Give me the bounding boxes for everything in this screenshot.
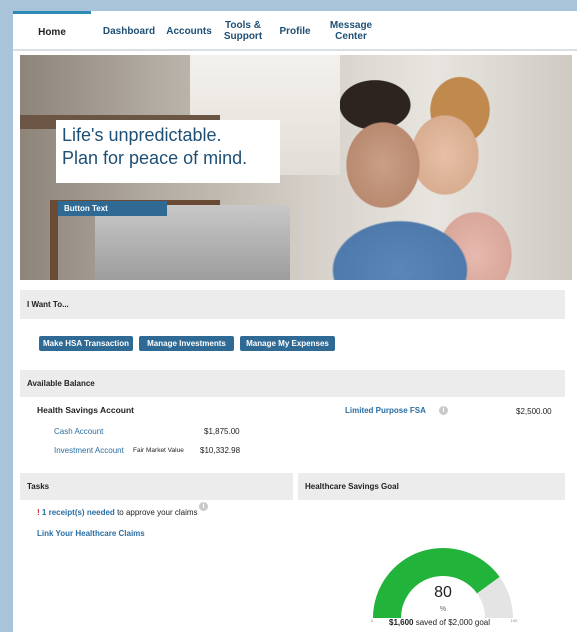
receipts-suffix: to approve your claims [117, 508, 198, 517]
available-balance-header: Available Balance [20, 370, 565, 397]
receipts-line: ! 1 receipt(s) needed to approve your cl… [37, 508, 198, 517]
gauge-unit: % [440, 606, 446, 613]
saved-mid: saved of [415, 618, 446, 627]
alert-mark: ! [37, 508, 40, 517]
investment-account-link[interactable]: Investment Account [54, 446, 124, 455]
lpfsa-link[interactable]: Limited Purpose FSA [345, 406, 426, 415]
hero-headline-line2: Plan for peace of mind. [62, 148, 248, 168]
link-healthcare-claims-link[interactable]: Link Your Healthcare Claims [37, 529, 145, 538]
nav-home[interactable]: Home [13, 11, 91, 51]
make-hsa-transaction-button[interactable]: Make HSA Transaction [39, 336, 133, 351]
manage-my-expenses-button[interactable]: Manage My Expenses [240, 336, 335, 351]
cash-account-value: $1,875.00 [204, 427, 240, 436]
receipts-needed-link[interactable]: 1 receipt(s) needed [42, 508, 115, 517]
hero-headline: Life's unpredictable. Plan for peace of … [56, 120, 280, 183]
i-want-to-header: I Want To... [20, 290, 565, 319]
hero-cta-button[interactable]: Button Text [58, 201, 167, 216]
hsa-title: Health Savings Account [37, 405, 134, 415]
hero-headline-line1: Life's unpredictable. [62, 125, 222, 145]
manage-investments-button[interactable]: Manage Investments [139, 336, 234, 351]
nav-tools-support[interactable]: Tools & Support [219, 11, 267, 51]
gauge-fill [373, 548, 500, 618]
tasks-header: Tasks [20, 473, 293, 500]
nav-dashboard[interactable]: Dashboard [99, 11, 159, 51]
tasks-info-icon[interactable]: i [199, 502, 208, 511]
saved-summary: $1,600 saved of $2,000 goal [389, 618, 490, 627]
fair-market-value-label: Fair Market Value [133, 447, 184, 454]
gauge-scale-min: 0 [371, 618, 374, 623]
nav-profile[interactable]: Profile [275, 11, 315, 51]
top-nav: Home Dashboard Accounts Tools & Support … [13, 11, 577, 51]
lpfsa-info-icon[interactable]: i [439, 406, 448, 415]
savings-goal-header: Healthcare Savings Goal [298, 473, 565, 500]
nav-accounts[interactable]: Accounts [163, 11, 215, 51]
gauge-scale-max: 100 [511, 618, 518, 623]
saved-amount: $1,600 [389, 618, 414, 627]
app-frame: Home Dashboard Accounts Tools & Support … [13, 11, 577, 632]
lpfsa-value: $2,500.00 [516, 407, 552, 416]
cash-account-link[interactable]: Cash Account [54, 427, 103, 436]
goal-amount: $2,000 goal [448, 618, 491, 627]
nav-message-center[interactable]: Message Center [327, 11, 375, 51]
gauge-svg: 80 % 0 100 [371, 548, 518, 623]
hero-laptop-decor [95, 205, 290, 280]
investment-account-value: $10,332.98 [200, 446, 241, 455]
gauge-value: 80 [434, 584, 452, 601]
hero-banner: Life's unpredictable. Plan for peace of … [20, 55, 572, 280]
savings-goal-gauge: 80 % 0 100 [348, 526, 548, 626]
